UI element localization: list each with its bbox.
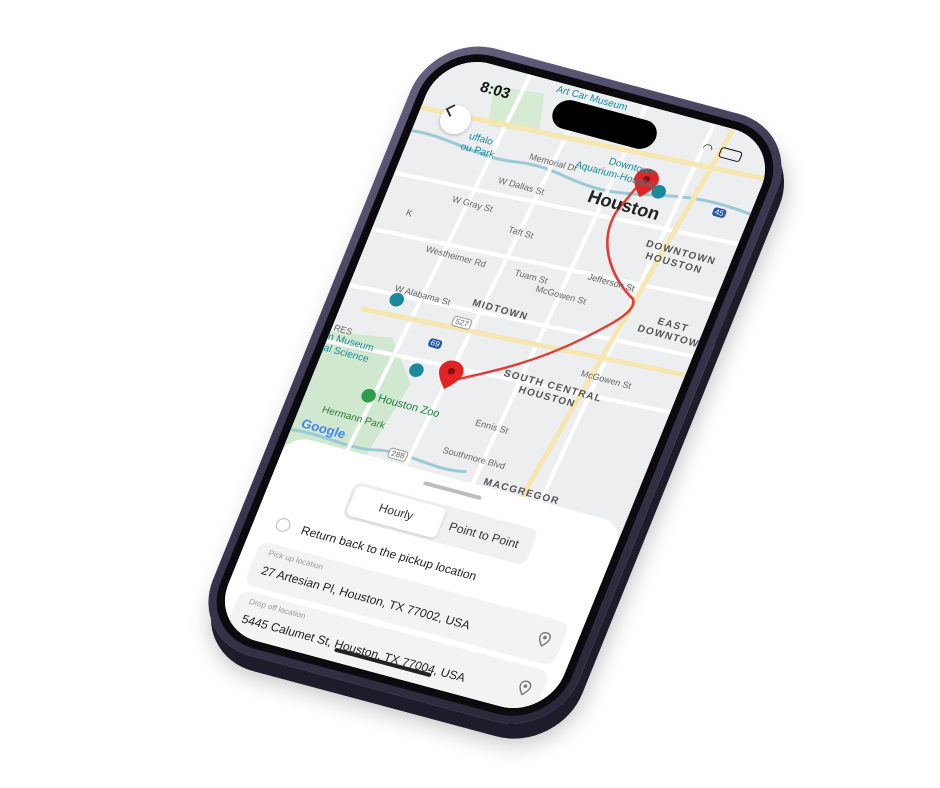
museum-marker[interactable] (407, 362, 426, 379)
sheet-handle[interactable] (422, 480, 483, 501)
tab-hourly[interactable]: Hourly (345, 484, 448, 539)
location-pin-icon[interactable] (535, 630, 553, 648)
location-pin-icon[interactable] (516, 679, 534, 697)
phone-mockup: Art Car Museum Downtown Aquarium-Houston… (188, 32, 802, 738)
tab-point-to-point[interactable]: Point to Point (433, 508, 535, 562)
return-radio[interactable] (273, 516, 293, 534)
